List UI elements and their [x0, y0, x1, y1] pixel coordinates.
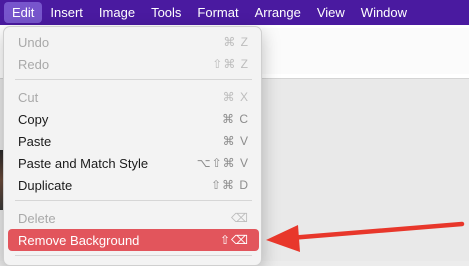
menu-tools[interactable]: Tools: [143, 0, 189, 25]
menu-item-label: Cut: [18, 89, 39, 105]
menu-window[interactable]: Window: [353, 0, 415, 25]
menu-item-shortcut: ⌥⇧⌘ V: [196, 156, 249, 170]
menu-item-shortcut: ⇧⌘ D: [210, 178, 249, 192]
menu-item-label: Delete: [18, 210, 56, 226]
menu-item-label: Remove Background: [18, 232, 140, 248]
menu-item-label: Redo: [18, 56, 50, 72]
menu-item-shortcut: ⇧⌫: [219, 233, 249, 247]
menu-separator: [15, 255, 252, 256]
menu-item-shortcut: ⌘ Z: [223, 35, 249, 49]
menu-item-copy[interactable]: Copy ⌘ C: [8, 108, 259, 130]
app-canvas-area: [262, 28, 469, 74]
menu-item-delete[interactable]: Delete ⌫: [8, 207, 259, 229]
menu-item-label: Copy: [18, 111, 49, 127]
menu-item-remove-background[interactable]: Remove Background ⇧⌫: [8, 229, 259, 251]
menu-item-shortcut: ⇧⌘ Z: [212, 57, 249, 71]
menu-image[interactable]: Image: [91, 0, 143, 25]
menu-arrange[interactable]: Arrange: [247, 0, 309, 25]
menu-item-label: Undo: [18, 34, 50, 50]
menu-view[interactable]: View: [309, 0, 353, 25]
menu-item-shortcut: ⌘ V: [222, 134, 249, 148]
menu-item-redo[interactable]: Redo ⇧⌘ Z: [8, 53, 259, 75]
menu-separator: [15, 200, 252, 201]
menu-item-shortcut: ⌘ X: [222, 90, 249, 104]
menu-item-paste-and-match-style[interactable]: Paste and Match Style ⌥⇧⌘ V: [8, 152, 259, 174]
menu-item-label: Duplicate: [18, 177, 73, 193]
menu-item-cut[interactable]: Cut ⌘ X: [8, 86, 259, 108]
menu-edit[interactable]: Edit: [4, 2, 43, 23]
menu-item-duplicate[interactable]: Duplicate ⇧⌘ D: [8, 174, 259, 196]
menu-format[interactable]: Format: [189, 0, 246, 25]
edit-dropdown-menu: Undo ⌘ Z Redo ⇧⌘ Z Cut ⌘ X Copy ⌘ C Past…: [3, 26, 262, 266]
menu-insert[interactable]: Insert: [42, 0, 91, 25]
menu-item-paste[interactable]: Paste ⌘ V: [8, 130, 259, 152]
menu-item-shortcut: ⌘ C: [222, 112, 249, 126]
menu-item-undo[interactable]: Undo ⌘ Z: [8, 31, 259, 53]
menu-bar: Edit Insert Image Tools Format Arrange V…: [0, 0, 469, 25]
menu-item-label: Paste and Match Style: [18, 155, 149, 171]
menu-item-label: Paste: [18, 133, 52, 149]
menu-item-shortcut: ⌫: [231, 211, 249, 225]
menu-separator: [15, 79, 252, 80]
